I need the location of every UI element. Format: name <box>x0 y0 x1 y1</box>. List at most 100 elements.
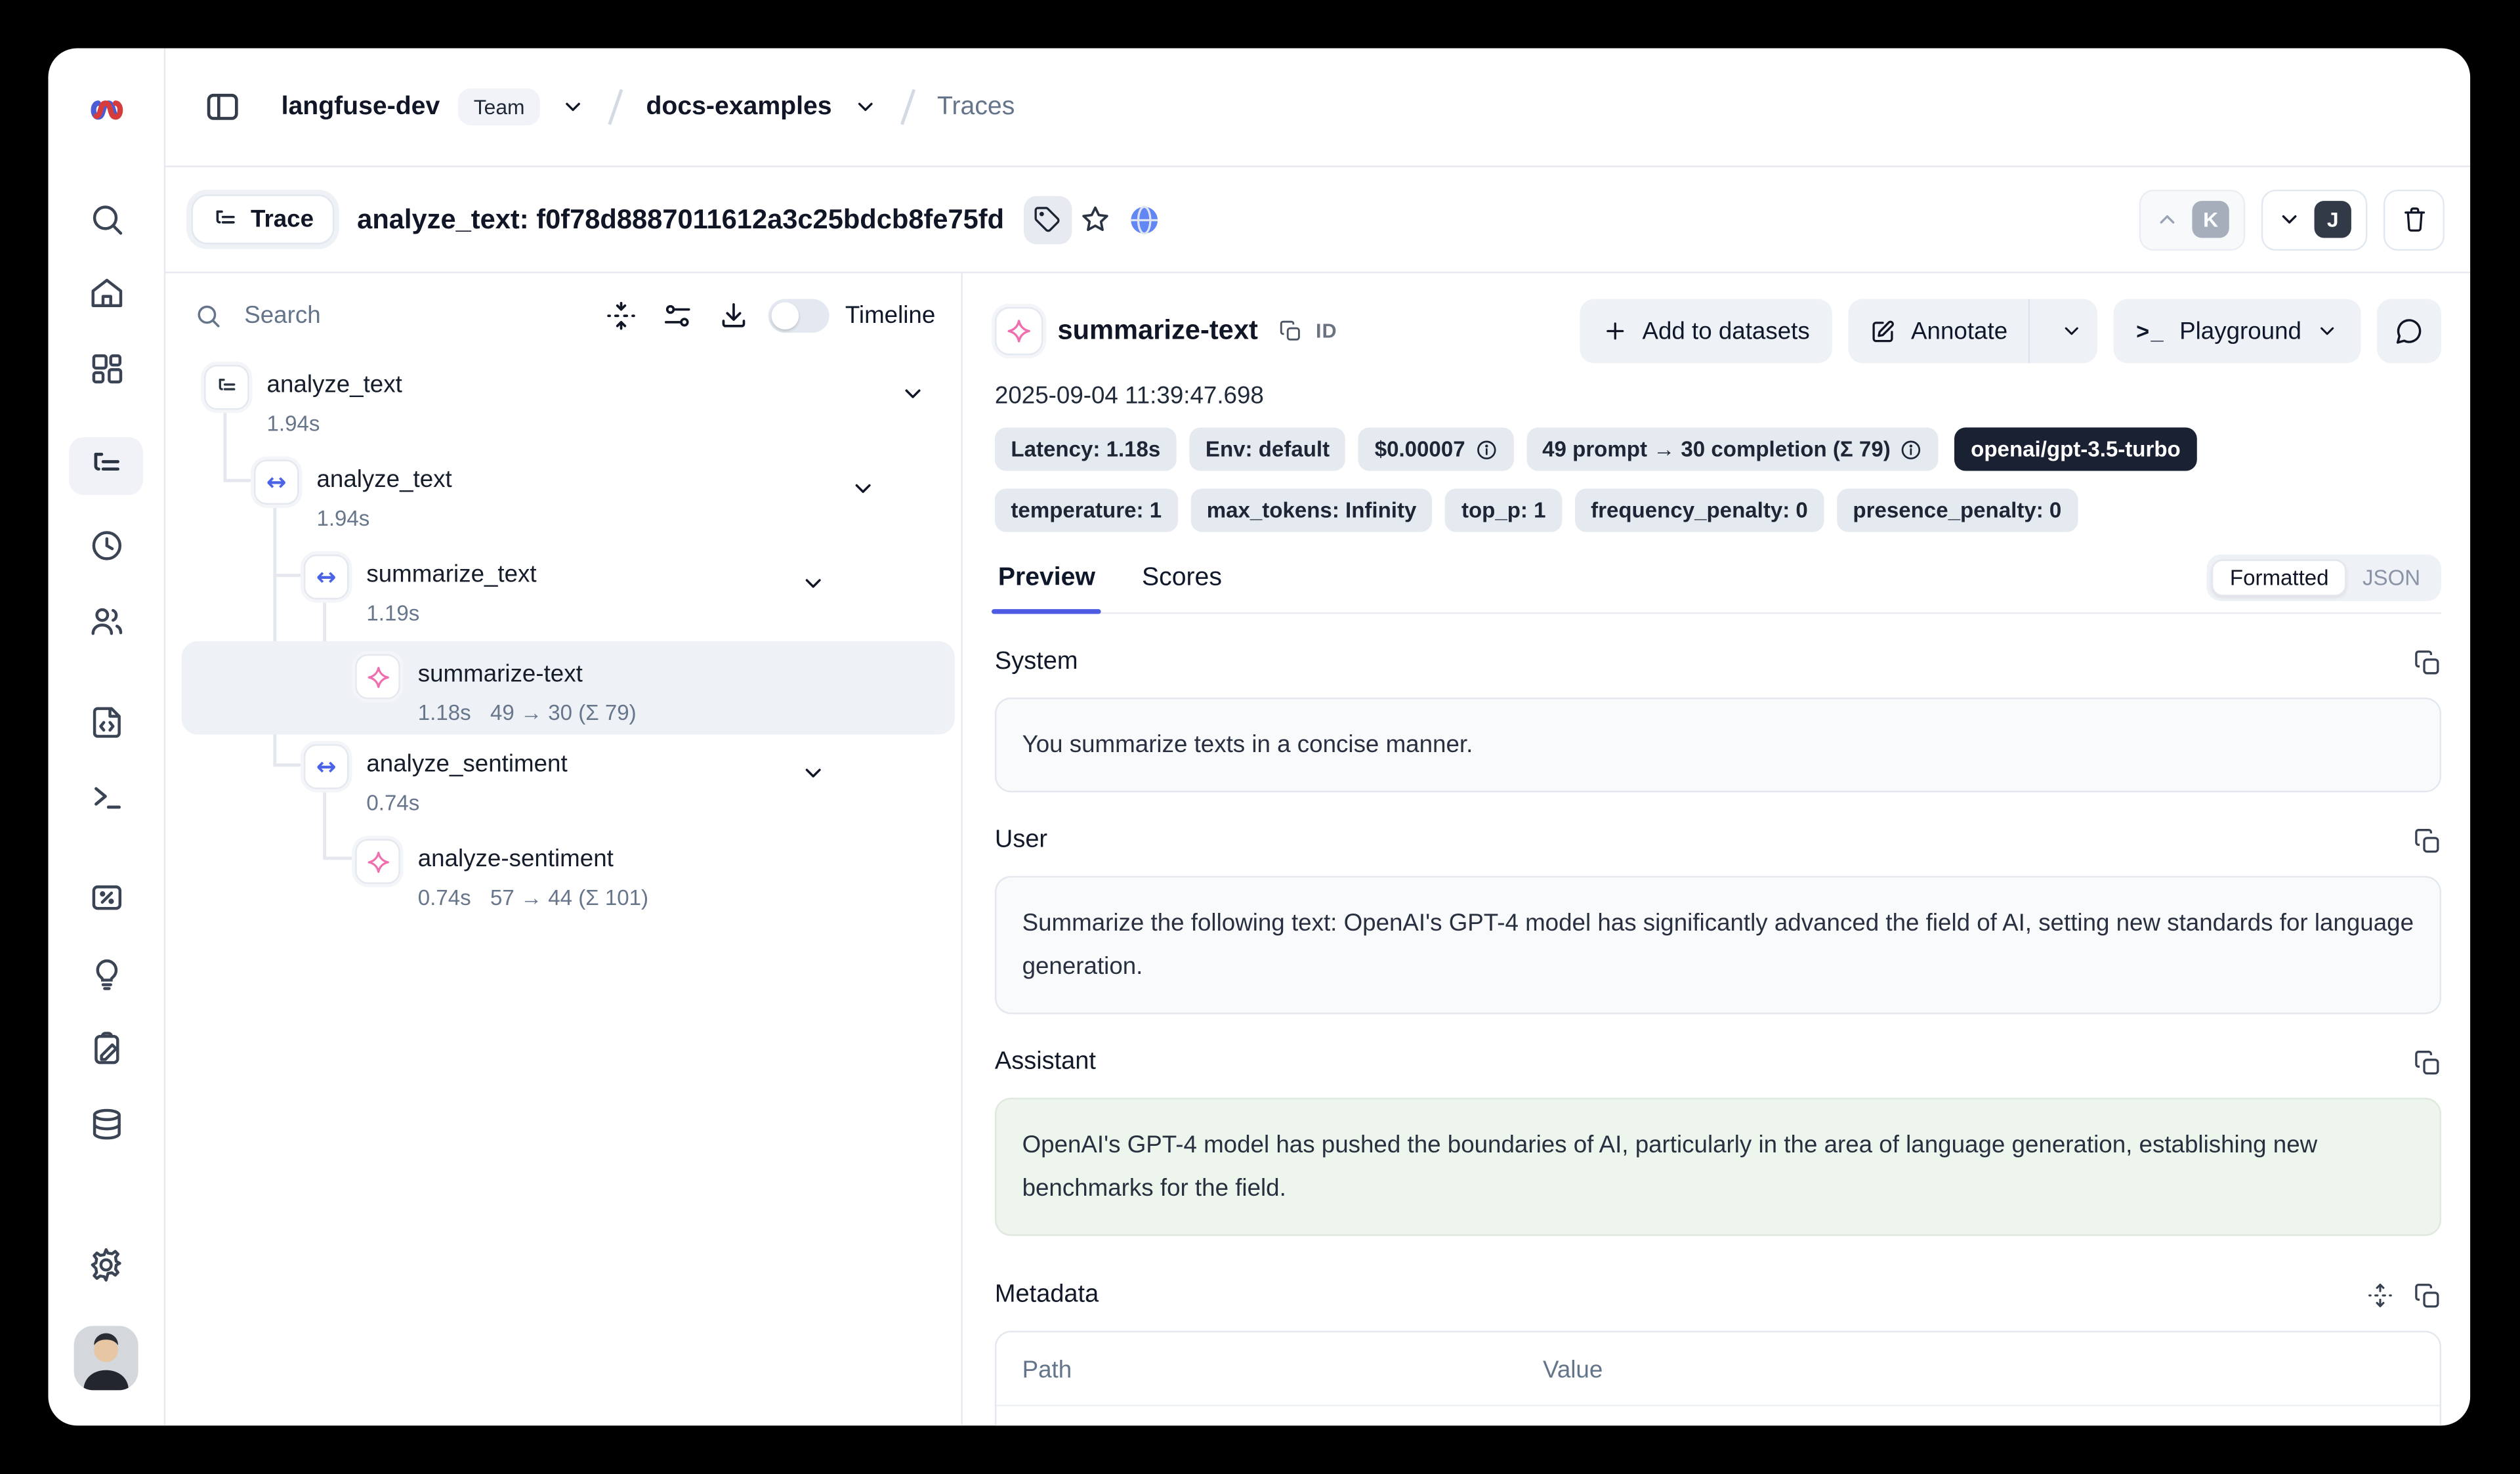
tree-node-duration: 1.94s <box>267 411 320 436</box>
trace-node-iconbox <box>204 365 249 410</box>
copy-id-button[interactable] <box>1279 320 1301 342</box>
copy-metadata-button[interactable] <box>2414 1282 2441 1309</box>
collapse-node-button[interactable] <box>900 381 925 406</box>
tree-connector <box>223 479 251 482</box>
public-share-button[interactable] <box>1120 196 1167 243</box>
playground-label: Playground <box>2179 318 2301 345</box>
tree-row-span-analyze_text[interactable]: ↔ analyze_text 1.94s <box>254 459 961 530</box>
trash-icon <box>2401 205 2428 233</box>
sidebar-item-playground[interactable] <box>74 772 138 820</box>
tree-settings-button[interactable] <box>662 301 693 331</box>
search-icon <box>87 200 124 237</box>
sidebar-item-datasets[interactable] <box>74 1099 138 1147</box>
toggle-knob <box>771 302 799 329</box>
breadcrumb-org[interactable]: langfuse-dev <box>282 93 440 121</box>
sidebar-item-tracing[interactable] <box>69 437 143 495</box>
tree-row-span-analyze_sentiment[interactable]: ↔ analyze_sentiment 0.74s <box>304 744 961 815</box>
timeline-toggle-label: Timeline <box>845 302 935 329</box>
user-avatar[interactable] <box>74 1326 138 1390</box>
tree-node-label: analyze_text <box>316 459 452 495</box>
max-tokens-badge: max_tokens: Infinity <box>1190 488 1433 532</box>
tree-node-label: analyze-sentiment <box>418 839 648 874</box>
system-message-box: You summarize texts in a concise manner. <box>995 698 2441 792</box>
project-switcher-button[interactable] <box>852 95 877 119</box>
expand-metadata-button[interactable] <box>2367 1282 2393 1308</box>
bookmark-star-button[interactable] <box>1072 196 1120 243</box>
temperature-badge: temperature: 1 <box>995 488 1178 532</box>
percent-box-icon <box>87 878 124 915</box>
tokens-badge[interactable]: 49 prompt → 30 completion (Σ 79) <box>1526 427 1939 471</box>
timeline-toggle[interactable] <box>768 299 829 333</box>
json-option[interactable]: JSON <box>2347 561 2437 595</box>
span-node-iconbox: ↔ <box>304 744 349 790</box>
prev-trace-button[interactable]: K <box>2139 189 2246 250</box>
avatar-image <box>74 1326 138 1390</box>
tags-button[interactable] <box>1024 196 1072 243</box>
search-icon <box>194 302 222 329</box>
sidebar-item-settings[interactable] <box>74 1241 138 1289</box>
breadcrumb-divider <box>900 89 914 125</box>
sliders-icon <box>662 301 693 331</box>
sidebar-item-home[interactable] <box>74 268 138 316</box>
copy-system-button[interactable] <box>2414 648 2441 676</box>
sidebar-item-annotation[interactable] <box>74 1024 138 1072</box>
model-badge[interactable]: openai/gpt-3.5-turbo <box>1955 427 2197 471</box>
comments-button[interactable] <box>2377 299 2441 364</box>
sidebar-item-insights[interactable] <box>74 948 138 996</box>
annotate-button[interactable]: Annotate <box>1849 299 2030 364</box>
tree-row-generation-summarize-text[interactable]: summarize-text 1.18s49 → 30 (Σ 79) <box>355 654 961 725</box>
add-to-datasets-button[interactable]: Add to datasets <box>1580 299 1832 364</box>
sidebar-item-sessions[interactable] <box>74 520 138 568</box>
collapse-node-button[interactable] <box>801 570 826 596</box>
formatted-option[interactable]: Formatted <box>2212 559 2347 596</box>
tab-scores[interactable]: Scores <box>1139 555 1225 612</box>
section-heading: System <box>995 648 1078 677</box>
blocks-icon <box>87 350 124 387</box>
sidebar-item-dashboards[interactable] <box>74 344 138 392</box>
generation-iconbox <box>995 307 1043 355</box>
playground-button[interactable]: >_ Playground <box>2114 299 2361 364</box>
cost-badge[interactable]: $0.00007 <box>1358 427 1513 471</box>
gear-icon <box>87 1246 125 1284</box>
system-section-header: System <box>995 641 2441 683</box>
screen: langfuse-dev Team docs-examples Traces T… <box>0 0 2520 1474</box>
delete-trace-button[interactable] <box>2384 189 2445 250</box>
sidebar-item-evaluation[interactable] <box>74 873 138 921</box>
chevron-down-icon <box>801 570 826 596</box>
tree-connector <box>273 574 301 576</box>
metadata-table: Path Value <box>995 1331 2441 1425</box>
metadata-table-header: Path Value <box>996 1332 2439 1406</box>
org-switcher-button[interactable] <box>562 95 586 119</box>
add-to-datasets-label: Add to datasets <box>1642 318 1809 345</box>
breadcrumb-page[interactable]: Traces <box>937 93 1015 121</box>
sidebar-item-search[interactable] <box>74 194 138 242</box>
shortcut-key-k: K <box>2192 201 2229 238</box>
copy-assistant-button[interactable] <box>2414 1049 2441 1076</box>
annotate-menu-button[interactable] <box>2044 299 2097 364</box>
collapse-node-button[interactable] <box>801 760 826 786</box>
collapse-node-button[interactable] <box>850 476 876 501</box>
tree-row-trace-analyze_text[interactable]: analyze_text 1.94s <box>204 365 961 436</box>
next-trace-button[interactable]: J <box>2261 189 2368 250</box>
tree-row-generation-analyze-sentiment[interactable]: analyze-sentiment 0.74s57 → 44 (Σ 101) <box>355 839 961 910</box>
unfold-vertical-icon <box>2367 1282 2393 1308</box>
tree-node-duration: 1.18s <box>418 701 471 725</box>
collapse-all-button[interactable] <box>606 301 637 331</box>
annotate-split-button: Annotate <box>1849 299 2098 364</box>
breadcrumb-project[interactable]: docs-examples <box>646 93 831 121</box>
trace-header-bar: Trace analyze_text: f0f78d8887011612a3c2… <box>165 167 2470 274</box>
search-input[interactable] <box>241 301 599 331</box>
presence-penalty-badge: presence_penalty: 0 <box>1837 488 2078 532</box>
tokens-value: 49 prompt → 30 completion (Σ 79) <box>1542 437 1891 461</box>
copy-user-button[interactable] <box>2414 827 2441 854</box>
sidebar-toggle-button[interactable] <box>204 89 241 125</box>
download-button[interactable] <box>718 301 749 331</box>
user-message-box: Summarize the following text: OpenAI's G… <box>995 876 2441 1015</box>
frequency-penalty-badge: frequency_penalty: 0 <box>1575 488 1824 532</box>
trace-tree: analyze_text 1.94s ↔ analyze_text <box>165 365 961 1425</box>
sidebar-item-prompts[interactable] <box>74 698 138 746</box>
tab-preview[interactable]: Preview <box>995 555 1099 612</box>
tree-row-span-summarize_text[interactable]: ↔ summarize_text 1.19s <box>304 555 961 625</box>
tree-node-tokens: 57 → 44 (Σ 101) <box>490 885 648 910</box>
sidebar-item-users[interactable] <box>74 597 138 644</box>
